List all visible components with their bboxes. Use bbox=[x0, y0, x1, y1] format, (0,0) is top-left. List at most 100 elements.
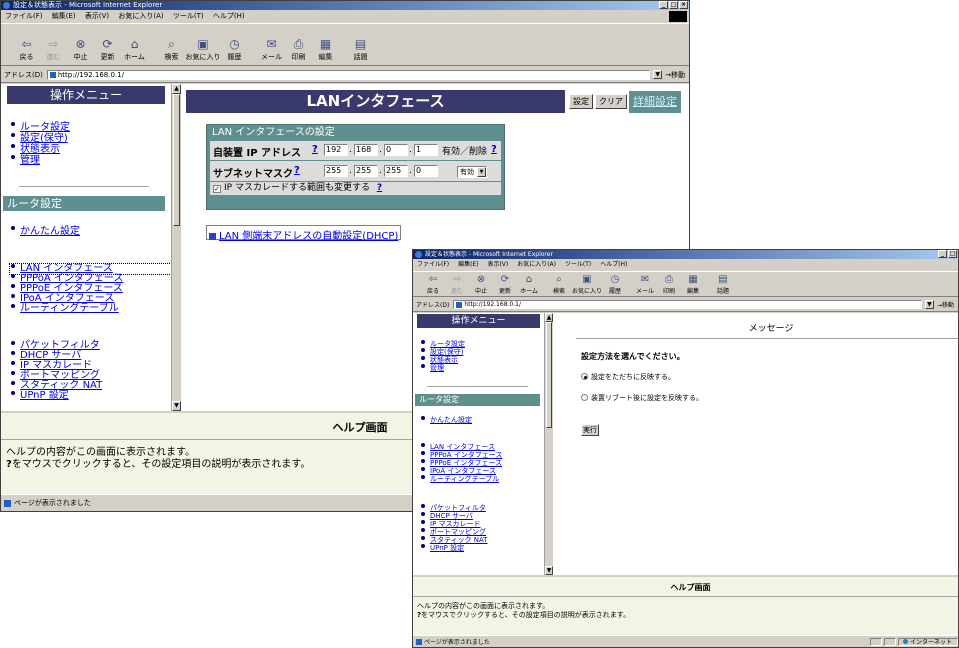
address-dropdown-button[interactable]: ▼ bbox=[924, 300, 934, 309]
menu-tools[interactable]: ツール(T) bbox=[565, 261, 591, 268]
help-icon[interactable]: ? bbox=[377, 183, 382, 193]
refresh-button[interactable]: ⟳ 更新 bbox=[94, 38, 121, 62]
close-button[interactable]: × bbox=[679, 1, 688, 9]
ip-octet-3[interactable]: 0 bbox=[384, 144, 408, 156]
menu-view[interactable]: 表示(V) bbox=[85, 12, 109, 20]
ip-octet-4[interactable]: 1 bbox=[414, 144, 438, 156]
mask-octet-3[interactable]: 255 bbox=[384, 165, 408, 177]
home-button[interactable]: ⌂ ホーム bbox=[517, 275, 541, 296]
stop-button[interactable]: ⊗ 中止 bbox=[469, 275, 493, 296]
mail-button[interactable]: ✉ メール bbox=[633, 275, 657, 296]
link-dhcp-server[interactable]: DHCP サーバ bbox=[420, 512, 544, 520]
link-ipoa-interface[interactable]: IPoA インタフェース bbox=[420, 467, 544, 475]
link-routing-table[interactable]: ルーティングテーブル bbox=[10, 304, 171, 314]
link-admin[interactable]: 管理 bbox=[10, 155, 171, 166]
go-button[interactable]: →移動 bbox=[937, 300, 954, 309]
help-icon[interactable]: ? bbox=[312, 144, 318, 155]
radio-apply-now[interactable] bbox=[581, 373, 588, 380]
option-apply-after-reboot[interactable]: 装置リブート後に設定を反映する。 bbox=[581, 393, 703, 403]
discuss-button[interactable]: ▤ 話題 bbox=[711, 275, 735, 296]
history-button[interactable]: ◷ 履歴 bbox=[221, 38, 248, 62]
menu-edit[interactable]: 編集(E) bbox=[52, 12, 76, 20]
address-input[interactable]: http://192.168.0.1/ bbox=[453, 300, 922, 309]
title-bar[interactable]: 設定＆状態表示 - Microsoft Internet Explorer _ … bbox=[1, 1, 689, 10]
refresh-button[interactable]: ⟳ 更新 bbox=[493, 275, 517, 296]
mask-octet-1[interactable]: 255 bbox=[324, 165, 348, 177]
link-port-mapping[interactable]: ポートマッピング bbox=[420, 528, 544, 536]
help-icon[interactable]: ? bbox=[491, 144, 497, 155]
scroll-down-arrow-icon[interactable]: ▼ bbox=[172, 401, 181, 411]
maximize-button[interactable]: □ bbox=[948, 250, 957, 258]
clear-button[interactable]: クリア bbox=[595, 94, 627, 109]
scroll-up-arrow-icon[interactable]: ▲ bbox=[172, 84, 181, 94]
minimize-button[interactable]: _ bbox=[938, 250, 947, 258]
link-maintenance[interactable]: 設定(保守) bbox=[420, 348, 544, 356]
link-ip-masquerade[interactable]: IP マスカレード bbox=[420, 520, 544, 528]
link-pppoa-interface[interactable]: PPPoA インタフェース bbox=[420, 451, 544, 459]
stop-button[interactable]: ⊗ 中止 bbox=[67, 38, 94, 62]
go-button[interactable]: →移動 bbox=[665, 70, 685, 80]
print-button[interactable]: ⎙ 印刷 bbox=[657, 275, 681, 296]
link-upnp[interactable]: UPnP 設定 bbox=[10, 391, 171, 401]
dhcp-auto-setup-link[interactable]: LAN 側端末アドレスの自動設定(DHCP) bbox=[206, 225, 402, 242]
title-bar[interactable]: 設定＆状態表示 - Microsoft Internet Explorer _ … bbox=[413, 250, 958, 259]
favorites-button[interactable]: ▣ お気に入り bbox=[185, 38, 221, 62]
mask-octet-4[interactable]: 0 bbox=[414, 165, 438, 177]
link-simple-setup[interactable]: かんたん設定 bbox=[420, 416, 544, 425]
option-apply-now[interactable]: 設定をただちに反映する。 bbox=[581, 372, 675, 382]
masquerade-checkbox[interactable]: ✓ bbox=[213, 185, 221, 193]
mail-button[interactable]: ✉ メール bbox=[258, 38, 285, 62]
edit-button[interactable]: ▦ 編集 bbox=[312, 38, 339, 62]
execute-button[interactable]: 実行 bbox=[581, 424, 599, 436]
edit-button[interactable]: ▦ 編集 bbox=[681, 275, 705, 296]
menu-view[interactable]: 表示(V) bbox=[487, 261, 508, 268]
help-icon[interactable]: ? bbox=[294, 165, 300, 176]
back-button[interactable]: ⇦ 戻る bbox=[13, 38, 40, 62]
scroll-up-arrow-icon[interactable]: ▲ bbox=[545, 313, 553, 322]
menu-favorites[interactable]: お気に入り(A) bbox=[118, 12, 163, 20]
set-button[interactable]: 設定 bbox=[569, 94, 593, 109]
detail-settings-link[interactable]: 詳細設定 bbox=[629, 91, 681, 113]
menu-favorites[interactable]: お気に入り(A) bbox=[517, 261, 556, 268]
mask-octet-2[interactable]: 255 bbox=[354, 165, 378, 177]
link-router-settings[interactable]: ルータ設定 bbox=[420, 340, 544, 348]
forward-button[interactable]: ⇨ 進む bbox=[445, 275, 469, 296]
link-status[interactable]: 状態表示 bbox=[420, 356, 544, 364]
home-button[interactable]: ⌂ ホーム bbox=[121, 38, 148, 62]
link-packet-filter[interactable]: パケットフィルタ bbox=[420, 504, 544, 512]
history-button[interactable]: ◷ 履歴 bbox=[603, 275, 627, 296]
link-maintenance[interactable]: 設定(保守) bbox=[10, 133, 171, 144]
address-dropdown-button[interactable]: ▼ bbox=[653, 70, 663, 79]
scroll-thumb[interactable] bbox=[173, 94, 180, 226]
address-input[interactable]: http://192.168.0.1/ bbox=[46, 69, 651, 80]
forward-button[interactable]: ⇨ 進む bbox=[40, 38, 67, 62]
menu-file[interactable]: ファイル(F) bbox=[417, 261, 449, 268]
menu-edit[interactable]: 編集(E) bbox=[458, 261, 478, 268]
enable-select[interactable]: 有効 ▼ bbox=[457, 166, 487, 178]
menu-help[interactable]: ヘルプ(H) bbox=[213, 12, 245, 20]
ip-octet-2[interactable]: 168 bbox=[354, 144, 378, 156]
radio-apply-after-reboot[interactable] bbox=[581, 394, 588, 401]
link-pppoe-interface[interactable]: PPPoE インタフェース bbox=[420, 459, 544, 467]
favorites-button[interactable]: ▣ お気に入り bbox=[571, 275, 603, 296]
menu-tools[interactable]: ツール(T) bbox=[173, 12, 204, 20]
menu-file[interactable]: ファイル(F) bbox=[5, 12, 43, 20]
scroll-down-arrow-icon[interactable]: ▼ bbox=[545, 566, 553, 575]
minimize-button[interactable]: _ bbox=[659, 1, 668, 9]
link-lan-interface[interactable]: LAN インタフェース bbox=[420, 443, 544, 451]
link-static-nat[interactable]: スタティック NAT bbox=[420, 536, 544, 544]
search-button[interactable]: ⌕ 検索 bbox=[547, 275, 571, 296]
link-admin[interactable]: 管理 bbox=[420, 364, 544, 372]
link-simple-setup[interactable]: かんたん設定 bbox=[10, 226, 171, 238]
link-status[interactable]: 状態表示 bbox=[10, 144, 171, 155]
back-button[interactable]: ⇦ 戻る bbox=[421, 275, 445, 296]
menu-help[interactable]: ヘルプ(H) bbox=[600, 261, 627, 268]
ip-octet-1[interactable]: 192 bbox=[324, 144, 348, 156]
print-button[interactable]: ⎙ 印刷 bbox=[285, 38, 312, 62]
left-frame-scrollbar[interactable]: ▲ ▼ bbox=[544, 313, 553, 575]
link-router-settings[interactable]: ルータ設定 bbox=[10, 122, 171, 133]
link-routing-table[interactable]: ルーティングテーブル bbox=[420, 475, 544, 483]
search-button[interactable]: ⌕ 検索 bbox=[158, 38, 185, 62]
discuss-button[interactable]: ▤ 話題 bbox=[347, 38, 374, 62]
maximize-button[interactable]: □ bbox=[669, 1, 678, 9]
